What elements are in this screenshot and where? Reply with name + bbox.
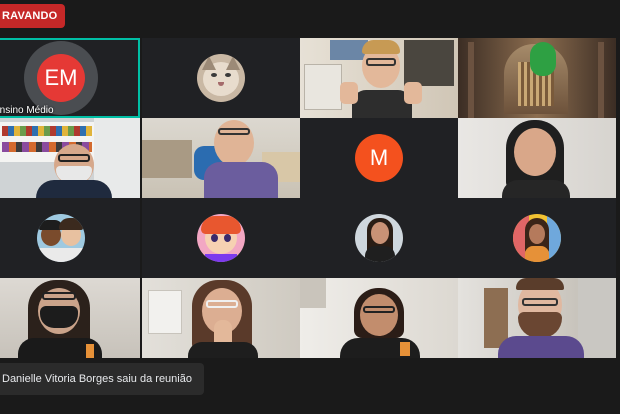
participant-tile-woman3[interactable]	[458, 198, 616, 278]
participant-left-notification: Danielle Vitoria Borges saiu da reunião	[0, 363, 204, 395]
participant-name: Ensino Médio	[0, 105, 54, 116]
cat-photo-icon	[197, 54, 245, 102]
avatar-woman-photo-icon	[355, 214, 403, 262]
avatar-m: M	[355, 134, 403, 182]
video-man-bookshelf[interactable]	[0, 118, 140, 198]
avatar-cartoon-boys-icon	[37, 214, 85, 262]
video-woman-hands-together[interactable]	[142, 278, 300, 358]
participant-tile-cat[interactable]	[142, 38, 300, 118]
participant-tile-em[interactable]: EM Ensino Médio	[0, 38, 140, 118]
avatar-cartoon-girl-pink-icon	[197, 214, 245, 262]
video-cathedral-background[interactable]	[458, 38, 616, 118]
video-man-office[interactable]	[142, 118, 300, 198]
video-bearded-man-glasses[interactable]	[458, 278, 616, 358]
avatar-woman-colorful-icon	[513, 214, 561, 262]
recording-badge: RAVANDO	[0, 4, 66, 28]
participant-tile-boys[interactable]	[0, 198, 140, 278]
participant-tile-pink[interactable]	[142, 198, 300, 278]
avatar-em: EM	[37, 54, 85, 102]
video-man-thumbs-up[interactable]	[300, 38, 458, 118]
participant-tile-woman2[interactable]	[300, 198, 458, 278]
video-woman-mask[interactable]	[0, 278, 140, 358]
participant-tile-m[interactable]: M	[300, 118, 458, 198]
video-older-woman-glasses[interactable]	[300, 278, 458, 358]
video-woman-plain-wall[interactable]	[458, 118, 616, 198]
